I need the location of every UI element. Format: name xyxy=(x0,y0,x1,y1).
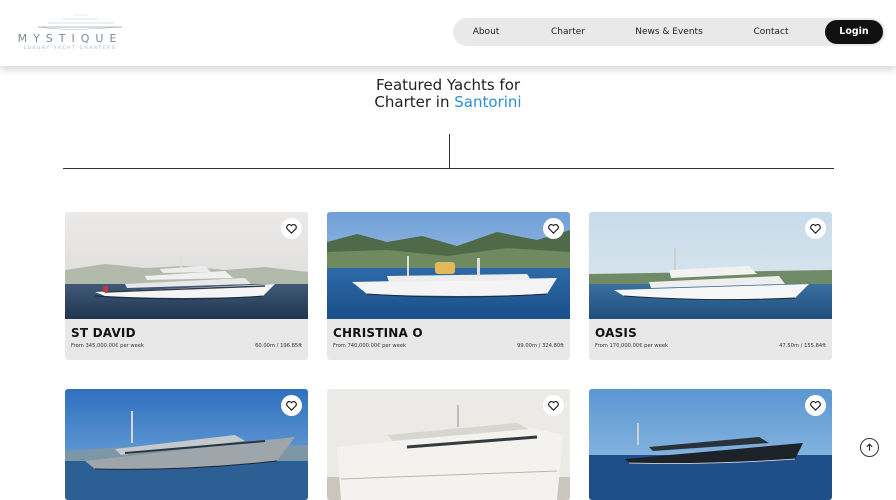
title-line-2: Charter in Santorini xyxy=(0,94,896,111)
yacht-size: 99.00m / 324.80ft xyxy=(517,343,564,349)
yacht-card-st-david[interactable]: ST DAVID From 345,000.00€ per week 60.00… xyxy=(65,212,308,360)
arrow-up-icon xyxy=(866,443,873,451)
nav-news-events[interactable]: News & Events xyxy=(629,18,709,46)
favorite-button[interactable] xyxy=(543,395,564,416)
yacht-card-6[interactable] xyxy=(589,389,832,500)
divider-horizontal xyxy=(63,168,834,169)
login-button[interactable]: Login xyxy=(825,20,883,44)
yacht-photo xyxy=(327,212,570,319)
logo-yacht-graphic xyxy=(37,14,123,30)
title-line-2-prefix: Charter in xyxy=(374,93,450,111)
yacht-name: OASIS xyxy=(595,326,637,340)
title-location: Santorini xyxy=(454,93,522,111)
yacht-card-christina-o[interactable]: CHRISTINA O From 740,000.00€ per week 99… xyxy=(327,212,570,360)
main-nav: About Charter News & Events Contact xyxy=(453,18,885,46)
favorite-button[interactable] xyxy=(805,218,826,239)
heart-icon xyxy=(810,223,821,234)
yacht-card-4[interactable] xyxy=(65,389,308,500)
yacht-price: From 345,000.00€ per week xyxy=(71,343,145,349)
yacht-price: From 740,000.00€ per week xyxy=(333,343,407,349)
title-line-1: Featured Yachts for xyxy=(375,76,521,94)
yacht-photo xyxy=(65,212,308,319)
heart-icon xyxy=(548,223,559,234)
nav-contact[interactable]: Contact xyxy=(745,18,797,46)
logo-wordmark: MYSTIQUE xyxy=(17,32,123,45)
scroll-to-top-button[interactable] xyxy=(860,438,879,457)
yacht-photo xyxy=(589,212,832,319)
logo-tagline: LUXURY YACHT CHARTERS xyxy=(23,46,117,51)
site-header: MYSTIQUE LUXURY YACHT CHARTERS About Cha… xyxy=(0,0,896,66)
yacht-name: ST DAVID xyxy=(71,326,136,340)
favorite-button[interactable] xyxy=(281,395,302,416)
favorite-button[interactable] xyxy=(805,395,826,416)
favorite-button[interactable] xyxy=(281,218,302,239)
heart-icon xyxy=(548,400,559,411)
nav-charter[interactable]: Charter xyxy=(543,18,593,46)
yacht-name: CHRISTINA O xyxy=(333,326,423,340)
section-title: Featured Yachts for Charter in Santorini xyxy=(0,77,896,111)
yacht-card-oasis[interactable]: OASIS From 170,000.00€ per week 47.50m /… xyxy=(589,212,832,360)
nav-about[interactable]: About xyxy=(461,18,511,46)
mystique-logo[interactable]: MYSTIQUE LUXURY YACHT CHARTERS xyxy=(10,12,128,56)
yacht-photo xyxy=(589,389,832,500)
yacht-photo xyxy=(65,389,308,500)
yacht-price: From 170,000.00€ per week xyxy=(595,343,669,349)
yacht-size: 60.00m / 196.85ft xyxy=(255,343,302,349)
favorite-button[interactable] xyxy=(543,218,564,239)
heart-icon xyxy=(286,223,297,234)
yacht-size: 47.50m / 155.84ft xyxy=(779,343,826,349)
heart-icon xyxy=(286,400,297,411)
yacht-photo xyxy=(327,389,570,500)
yacht-card-5[interactable] xyxy=(327,389,570,500)
heart-icon xyxy=(810,400,821,411)
divider-vertical xyxy=(449,134,450,169)
